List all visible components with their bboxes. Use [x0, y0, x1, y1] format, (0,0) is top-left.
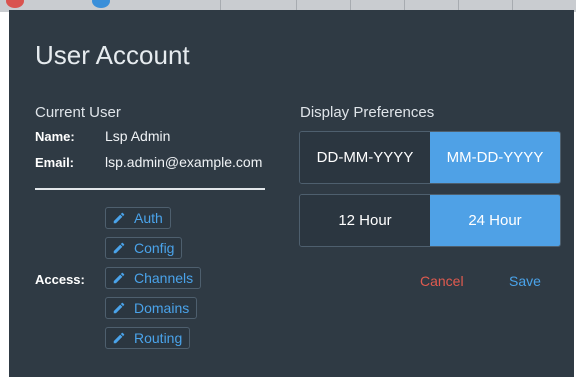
date-format-mm-dd-yyyy[interactable]: MM-DD-YYYY — [430, 132, 560, 183]
access-item-auth[interactable]: Auth — [105, 207, 171, 229]
pencil-icon — [112, 331, 126, 345]
access-item-label: Routing — [134, 330, 183, 346]
background-blue-badge — [92, 0, 110, 8]
access-item-label: Domains — [134, 300, 190, 316]
access-item-label: Config — [134, 240, 175, 256]
access-label: Access: — [35, 272, 85, 287]
cancel-button[interactable]: Cancel — [420, 273, 464, 289]
access-list: Auth Config Channels Domains Routing — [105, 207, 202, 357]
current-user-heading: Current User — [35, 104, 121, 121]
time-format-toggle: 12 Hour 24 Hour — [299, 194, 561, 247]
display-preferences-heading: Display Preferences — [300, 104, 435, 121]
pencil-icon — [112, 271, 126, 285]
access-item-label: Auth — [134, 210, 163, 226]
email-value: lsp.admin@example.com — [105, 154, 263, 170]
name-value: Lsp Admin — [105, 128, 171, 144]
access-item-config[interactable]: Config — [105, 237, 183, 259]
access-item-domains[interactable]: Domains — [105, 297, 198, 319]
save-button[interactable]: Save — [509, 273, 541, 289]
section-divider — [35, 188, 265, 190]
time-format-24-hour[interactable]: 24 Hour — [430, 195, 560, 246]
date-format-toggle: DD-MM-YYYY MM-DD-YYYY — [299, 131, 561, 184]
pencil-icon — [112, 241, 126, 255]
date-format-dd-mm-yyyy[interactable]: DD-MM-YYYY — [300, 132, 430, 183]
pencil-icon — [112, 301, 126, 315]
email-label: Email: — [35, 155, 75, 170]
background-red-badge — [6, 0, 24, 8]
dialog-title: User Account — [35, 40, 190, 70]
user-account-dialog: User Account Current User Name: Lsp Admi… — [9, 10, 574, 377]
name-label: Name: — [35, 129, 75, 144]
access-item-routing[interactable]: Routing — [105, 327, 191, 349]
access-item-label: Channels — [134, 270, 194, 286]
pencil-icon — [112, 211, 126, 225]
time-format-12-hour[interactable]: 12 Hour — [300, 195, 430, 246]
access-item-channels[interactable]: Channels — [105, 267, 202, 289]
